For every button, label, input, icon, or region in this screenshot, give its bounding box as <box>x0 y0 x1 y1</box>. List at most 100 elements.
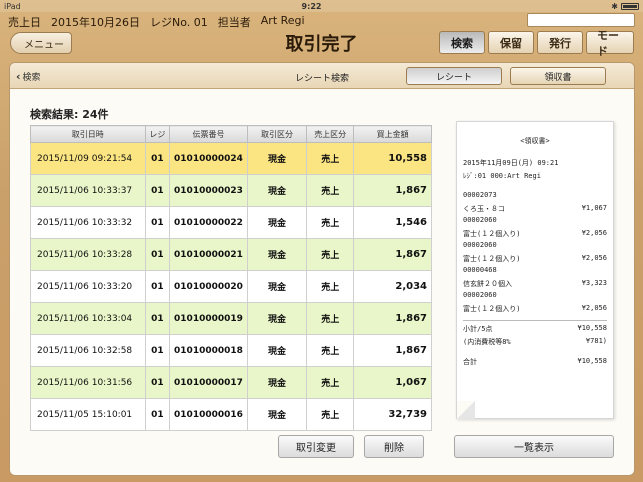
cell-amt: 10,558 <box>353 142 432 175</box>
cell-type: 現金 <box>246 302 308 335</box>
cell-date: 2015/11/06 10:33:32 <box>30 206 146 239</box>
receipt-search-panel: ‹ 検索 レシート検索 レシート 領収書 検索結果: 24件 取引日時 レジ 伝… <box>9 62 635 476</box>
table-row[interactable]: 2015/11/05 15:10:01 01 01010000016 現金 売上 32,7… <box>30 398 432 431</box>
staff-name: Art Regi <box>260 14 305 27</box>
cell-reg: 01 <box>144 270 171 303</box>
carrier-label: iPad <box>4 1 21 11</box>
col-slip-number[interactable]: 伝票番号 <box>169 125 248 143</box>
tab-hold[interactable]: 保留 <box>488 31 534 54</box>
tab-invoice[interactable]: 領収書 <box>510 67 606 85</box>
sales-day-label: 売上日 <box>8 16 41 29</box>
cell-amt: 1,867 <box>353 334 432 367</box>
col-datetime[interactable]: 取引日時 <box>30 125 146 143</box>
cell-type: 現金 <box>246 270 308 303</box>
cell-type: 現金 <box>246 238 308 271</box>
change-transaction-button[interactable]: 取引変更 <box>278 435 354 458</box>
table-row[interactable]: 2015/11/06 10:31:56 01 01010000017 現金 売上 1,06… <box>30 366 432 399</box>
col-amount[interactable]: 買上金額 <box>353 125 432 143</box>
tab-search[interactable]: 検索 <box>439 31 485 54</box>
cell-reg: 01 <box>144 334 171 367</box>
col-transaction-type[interactable]: 取引区分 <box>246 125 308 143</box>
receipt-item-line: 富士(１２個入り) ¥2,056 <box>463 253 607 263</box>
cell-date: 2015/11/05 15:10:01 <box>30 398 146 431</box>
receipt-preview[interactable]: <領収書> 2015年11月09日(月) 09:21 ﾚｼﾞ:01 000:Ar… <box>456 121 614 419</box>
receipt-divider <box>463 320 607 321</box>
cell-cls: 売上 <box>306 334 355 367</box>
results-table: 取引日時 レジ 伝票番号 取引区分 売上区分 買上金額 2015/11/09 0… <box>30 125 432 431</box>
tab-receipt[interactable]: レシート <box>406 67 502 85</box>
table-row[interactable]: 2015/11/06 10:33:37 01 01010000023 現金 売上 1,86… <box>30 174 432 207</box>
cell-cls: 売上 <box>306 302 355 335</box>
battery-icon <box>621 2 639 10</box>
cell-date: 2015/11/06 10:33:20 <box>30 270 146 303</box>
cell-slip: 01010000017 <box>169 366 248 399</box>
sales-info: 売上日 2015年10月26日 レジNo. 01 担当者 Art Regi <box>8 14 305 30</box>
cell-type: 現金 <box>246 174 308 207</box>
cell-reg: 01 <box>144 174 171 207</box>
cell-cls: 売上 <box>306 366 355 399</box>
cell-reg: 01 <box>144 398 171 431</box>
top-tab-bar: 検索 保留 発行 モード <box>439 29 634 58</box>
receipt-item-code: 00002060 <box>463 291 497 299</box>
receipt-item-code: 00002060 <box>463 216 497 224</box>
receipt-item-code: 00000468 <box>463 266 497 274</box>
table-row[interactable]: 2015/11/09 09:21:54 01 01010000024 現金 売上 10,5… <box>30 142 432 175</box>
header-search-field[interactable] <box>527 13 635 27</box>
receipt-item-line: 信玄餅２０個入 ¥3,323 <box>463 278 607 288</box>
cell-amt: 1,546 <box>353 206 432 239</box>
receipt-title: <領収書> <box>520 137 550 145</box>
cell-amt: 1,867 <box>353 174 432 207</box>
list-view-button[interactable]: 一覧表示 <box>454 435 614 458</box>
cell-amt: 32,739 <box>353 398 432 431</box>
receipt-item-line: 富士(１２個入り) ¥2,056 <box>463 228 607 238</box>
cell-reg: 01 <box>144 366 171 399</box>
col-register[interactable]: レジ <box>144 125 171 143</box>
tab-issue[interactable]: 発行 <box>537 31 583 54</box>
receipt-datetime: 2015年11月09日(月) 09:21 <box>463 159 559 167</box>
bluetooth-icon: ✱ <box>611 1 618 11</box>
table-row[interactable]: 2015/11/06 10:33:04 01 01010000019 現金 売上 1,86… <box>30 302 432 335</box>
cell-cls: 売上 <box>306 398 355 431</box>
cell-type: 現金 <box>246 206 308 239</box>
cell-slip: 01010000018 <box>169 334 248 367</box>
cell-slip: 01010000019 <box>169 302 248 335</box>
table-row[interactable]: 2015/11/06 10:33:20 01 01010000020 現金 売上 2,03… <box>30 270 432 303</box>
status-bar: iPad 9:22 ✱ <box>0 0 643 12</box>
cell-date: 2015/11/06 10:32:58 <box>30 334 146 367</box>
table-row[interactable]: 2015/11/06 10:33:28 01 01010000021 現金 売上 1,86… <box>30 238 432 271</box>
panel-header: ‹ 検索 レシート検索 レシート 領収書 <box>10 63 634 89</box>
cell-slip: 01010000016 <box>169 398 248 431</box>
delete-button[interactable]: 削除 <box>364 435 424 458</box>
cell-date: 2015/11/09 09:21:54 <box>30 142 146 175</box>
cell-type: 現金 <box>246 398 308 431</box>
cell-date: 2015/11/06 10:33:28 <box>30 238 146 271</box>
receipt-item-code: 00002060 <box>463 241 497 249</box>
table-row[interactable]: 2015/11/06 10:33:32 01 01010000022 現金 売上 1,54… <box>30 206 432 239</box>
cell-cls: 売上 <box>306 142 355 175</box>
status-indicators: ✱ <box>579 2 639 11</box>
cell-date: 2015/11/06 10:33:04 <box>30 302 146 335</box>
receipt-total: 合計 ¥10,558 <box>463 357 607 366</box>
cell-reg: 01 <box>144 302 171 335</box>
cell-type: 現金 <box>246 366 308 399</box>
cell-slip: 01010000024 <box>169 142 248 175</box>
staff-label: 担当者 <box>217 16 251 29</box>
cell-cls: 売上 <box>306 206 355 239</box>
cell-slip: 01010000021 <box>169 238 248 271</box>
receipt-subtotal: 小計/5点 ¥10,558 <box>463 324 607 333</box>
cell-reg: 01 <box>144 206 171 239</box>
cell-reg: 01 <box>144 238 171 271</box>
result-count: 検索結果: 24件 <box>30 108 109 121</box>
cell-date: 2015/11/06 10:33:37 <box>30 174 146 207</box>
tab-mode[interactable]: モード <box>586 29 634 58</box>
cell-type: 現金 <box>246 334 308 367</box>
cell-slip: 01010000023 <box>169 174 248 207</box>
cell-type: 現金 <box>246 142 308 175</box>
receipt-item-code: 00002073 <box>463 191 497 199</box>
table-row[interactable]: 2015/11/06 10:32:58 01 01010000018 現金 売上 1,86… <box>30 334 432 367</box>
col-sales-class[interactable]: 売上区分 <box>306 125 355 143</box>
receipt-item-line: くろ玉・８コ ¥1,067 <box>463 203 607 213</box>
page-curl-icon <box>457 401 475 419</box>
receipt-item-line: 富士(１２個入り) ¥2,056 <box>463 303 607 313</box>
receipt-items: 00002073 くろ玉・８コ ¥1,067 00002060 富士(１２個入り) ¥2,… <box>463 191 607 316</box>
